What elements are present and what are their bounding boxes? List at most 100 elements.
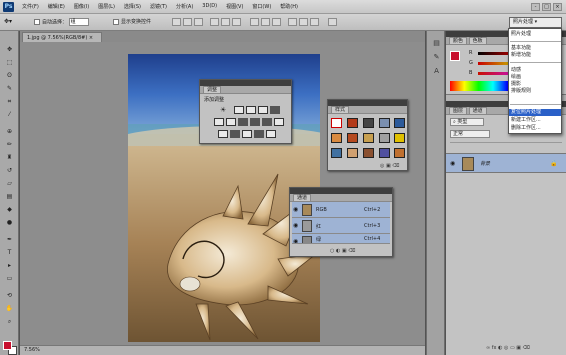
distribute-left-icon[interactable] xyxy=(288,18,297,26)
invert-icon[interactable] xyxy=(218,130,228,138)
curves-icon[interactable] xyxy=(246,106,256,114)
auto-select-option[interactable]: 自动选择： 组 xyxy=(34,18,89,26)
history-brush-tool-icon[interactable]: ↺ xyxy=(4,166,15,175)
style-swatch[interactable] xyxy=(347,118,358,128)
channels-tab[interactable]: 通道 xyxy=(293,194,312,201)
selective-color-icon[interactable] xyxy=(266,130,276,138)
channel-row-rgb[interactable]: ◉ RGB Ctrl+2 xyxy=(292,202,390,218)
align-center-icon[interactable] xyxy=(221,18,230,26)
dodge-tool-icon[interactable]: ● xyxy=(4,218,15,227)
auto-select-checkbox[interactable] xyxy=(34,19,40,25)
adjustments-tab[interactable]: 调整 xyxy=(203,86,222,93)
color-lookup-icon[interactable] xyxy=(274,118,284,126)
distribute-center-icon[interactable] xyxy=(299,18,308,26)
menu-filter[interactable]: 滤镜(T) xyxy=(150,3,167,10)
brightness-icon[interactable]: ☀ xyxy=(220,106,230,114)
distribute-middle-icon[interactable] xyxy=(261,18,270,26)
menu-help[interactable]: 帮助(H) xyxy=(280,3,298,10)
visibility-eye-icon[interactable]: ◉ xyxy=(293,206,298,213)
move-tool-icon[interactable]: ✥▾ xyxy=(4,18,12,25)
style-swatch-none[interactable] xyxy=(331,118,342,128)
menu-layer[interactable]: 图层(L) xyxy=(98,3,115,10)
path-select-tool-icon[interactable]: ▸ xyxy=(4,261,15,270)
menu-3d[interactable]: 3D(D) xyxy=(202,3,217,10)
visibility-eye-icon[interactable]: ◉ xyxy=(293,222,298,229)
menu-edit[interactable]: 编辑(E) xyxy=(48,3,65,10)
black-white-icon[interactable] xyxy=(238,118,248,126)
workspace-item[interactable]: 动感 xyxy=(511,67,521,74)
healing-brush-tool-icon[interactable]: ⊕ xyxy=(4,127,15,136)
type-tool-icon[interactable]: T xyxy=(4,248,15,257)
auto-select-dropdown[interactable]: 组 xyxy=(68,18,89,26)
history-panel-icon[interactable]: ▤ xyxy=(431,39,442,48)
align-top-icon[interactable] xyxy=(172,18,181,26)
eraser-tool-icon[interactable]: ▱ xyxy=(4,179,15,188)
maximize-button[interactable]: □ xyxy=(542,3,551,11)
gradient-tool-icon[interactable]: ▤ xyxy=(4,192,15,201)
distribute-bottom-icon[interactable] xyxy=(272,18,281,26)
visibility-eye-icon[interactable]: ◉ xyxy=(293,238,298,243)
align-bottom-icon[interactable] xyxy=(194,18,203,26)
align-middle-icon[interactable] xyxy=(183,18,192,26)
swatches-tab[interactable]: 色板 xyxy=(468,37,487,44)
workspace-item[interactable]: 照片处理 xyxy=(511,31,531,38)
minimize-button[interactable]: - xyxy=(531,3,540,11)
styles-tab[interactable]: 样式 xyxy=(331,106,350,113)
menu-view[interactable]: 视图(V) xyxy=(226,3,243,10)
workspace-item[interactable]: 新建工作区... xyxy=(511,117,541,124)
lasso-tool-icon[interactable]: ʘ xyxy=(4,71,15,80)
foreground-color-swatch[interactable] xyxy=(3,341,12,350)
blend-mode-dropdown[interactable]: 正常 xyxy=(450,130,490,138)
pen-tool-icon[interactable]: ✒ xyxy=(4,235,15,244)
workspace-item[interactable]: 基本功能 xyxy=(511,45,531,52)
channel-mixer-icon[interactable] xyxy=(262,118,272,126)
paths-tab[interactable]: 通道 xyxy=(468,107,487,114)
style-swatch[interactable] xyxy=(331,133,342,143)
workspace-item[interactable]: 排版规则 xyxy=(511,88,531,95)
distribute-top-icon[interactable] xyxy=(250,18,259,26)
gradient-map-icon[interactable] xyxy=(254,130,264,138)
workspace-item-highlighted[interactable]: 复位照片处理 xyxy=(509,109,561,116)
workspace-item[interactable]: 绘画 xyxy=(511,74,521,81)
menu-image[interactable]: 图像(I) xyxy=(74,3,89,10)
style-swatch[interactable] xyxy=(394,133,405,143)
blur-tool-icon[interactable]: ◆ xyxy=(4,205,15,214)
clone-stamp-tool-icon[interactable]: ♜ xyxy=(4,153,15,162)
brush-tool-icon[interactable]: ✏ xyxy=(4,140,15,149)
threshold-icon[interactable] xyxy=(242,130,252,138)
hue-saturation-icon[interactable] xyxy=(214,118,224,126)
color-balance-icon[interactable] xyxy=(226,118,236,126)
move-tool-icon[interactable]: ✥ xyxy=(4,45,15,54)
posterize-icon[interactable] xyxy=(230,130,240,138)
channel-row-red[interactable]: ◉ 红 Ctrl+3 xyxy=(292,218,390,234)
layer-row-background[interactable]: ◉ 背景 🔒 xyxy=(446,153,566,173)
zoom-level[interactable]: 7.56% xyxy=(24,347,40,353)
visibility-eye-icon[interactable]: ◉ xyxy=(450,160,455,167)
workspace-item[interactable]: 新增功能 xyxy=(511,52,531,59)
marquee-tool-icon[interactable]: ⬚ xyxy=(4,58,15,67)
workspace-switcher[interactable]: 照片处理 ▾ xyxy=(509,17,562,28)
channels-footer-icons[interactable]: ○ ◐ ▣ ⌫ xyxy=(330,248,355,254)
style-swatch[interactable] xyxy=(363,118,374,128)
menu-select[interactable]: 选择(S) xyxy=(124,3,141,10)
levels-icon[interactable] xyxy=(234,106,244,114)
menu-window[interactable]: 窗口(W) xyxy=(252,3,271,10)
zoom-tool-icon[interactable]: ⌕ xyxy=(4,317,15,326)
properties-panel-icon[interactable]: ✎ xyxy=(431,53,442,62)
menu-analysis[interactable]: 分析(A) xyxy=(176,3,193,10)
style-swatch[interactable] xyxy=(394,118,405,128)
layer-filter-dropdown[interactable]: ⌕ 类型 xyxy=(450,118,484,126)
shape-tool-icon[interactable]: ▭ xyxy=(4,274,15,283)
style-swatch[interactable] xyxy=(379,133,390,143)
crop-tool-icon[interactable]: ⌗ xyxy=(4,97,15,106)
color-tab[interactable]: 颜色 xyxy=(449,37,468,44)
color-foreground-swatch[interactable] xyxy=(450,51,460,61)
align-left-icon[interactable] xyxy=(210,18,219,26)
3d-rotate-tool-icon[interactable]: ⟲ xyxy=(4,291,15,300)
show-transform-checkbox[interactable] xyxy=(113,18,119,25)
style-swatch[interactable] xyxy=(347,148,358,158)
align-right-icon[interactable] xyxy=(232,18,241,26)
photo-filter-icon[interactable] xyxy=(250,118,260,126)
character-panel-icon[interactable]: A xyxy=(431,67,442,76)
style-swatch[interactable] xyxy=(363,148,374,158)
